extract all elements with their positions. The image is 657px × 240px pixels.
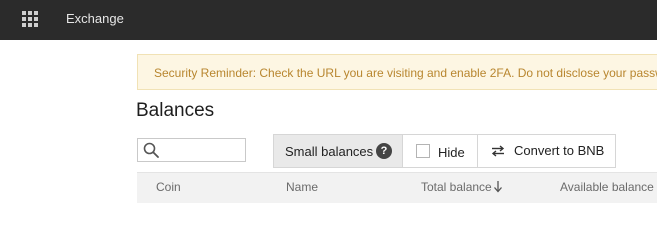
search-input[interactable] bbox=[137, 138, 246, 162]
sort-descending-icon[interactable] bbox=[493, 180, 503, 193]
security-reminder-banner: Security Reminder: Check the URL you are… bbox=[137, 54, 657, 90]
column-header-available-balance[interactable]: Available balance bbox=[560, 180, 654, 194]
help-icon[interactable]: ? bbox=[376, 143, 392, 159]
hide-checkbox[interactable] bbox=[416, 144, 430, 158]
small-balances-label: Small balances bbox=[285, 144, 374, 159]
swap-arrows-icon bbox=[491, 144, 505, 158]
convert-to-bnb-button[interactable]: Convert to BNB bbox=[478, 135, 615, 167]
security-reminder-text: Security Reminder: Check the URL you are… bbox=[154, 66, 657, 80]
balance-filter-bar: Small balances ? Hide Convert to BNB bbox=[273, 134, 616, 168]
column-header-total-balance[interactable]: Total balance bbox=[421, 180, 492, 194]
hide-small-balances-toggle[interactable]: Hide bbox=[403, 135, 478, 167]
exchange-nav-link[interactable]: Exchange bbox=[66, 11, 124, 27]
hide-label: Hide bbox=[438, 145, 465, 160]
balances-table-header: Coin Name Total balance Available balanc… bbox=[137, 172, 657, 203]
top-navigation-bar: Exchange bbox=[0, 0, 657, 40]
apps-grid-icon[interactable] bbox=[22, 11, 38, 27]
column-header-coin[interactable]: Coin bbox=[156, 180, 181, 194]
convert-to-bnb-label: Convert to BNB bbox=[514, 143, 605, 158]
page-title: Balances bbox=[136, 100, 215, 121]
small-balances-segment: Small balances ? bbox=[274, 135, 403, 167]
column-header-name[interactable]: Name bbox=[286, 180, 318, 194]
